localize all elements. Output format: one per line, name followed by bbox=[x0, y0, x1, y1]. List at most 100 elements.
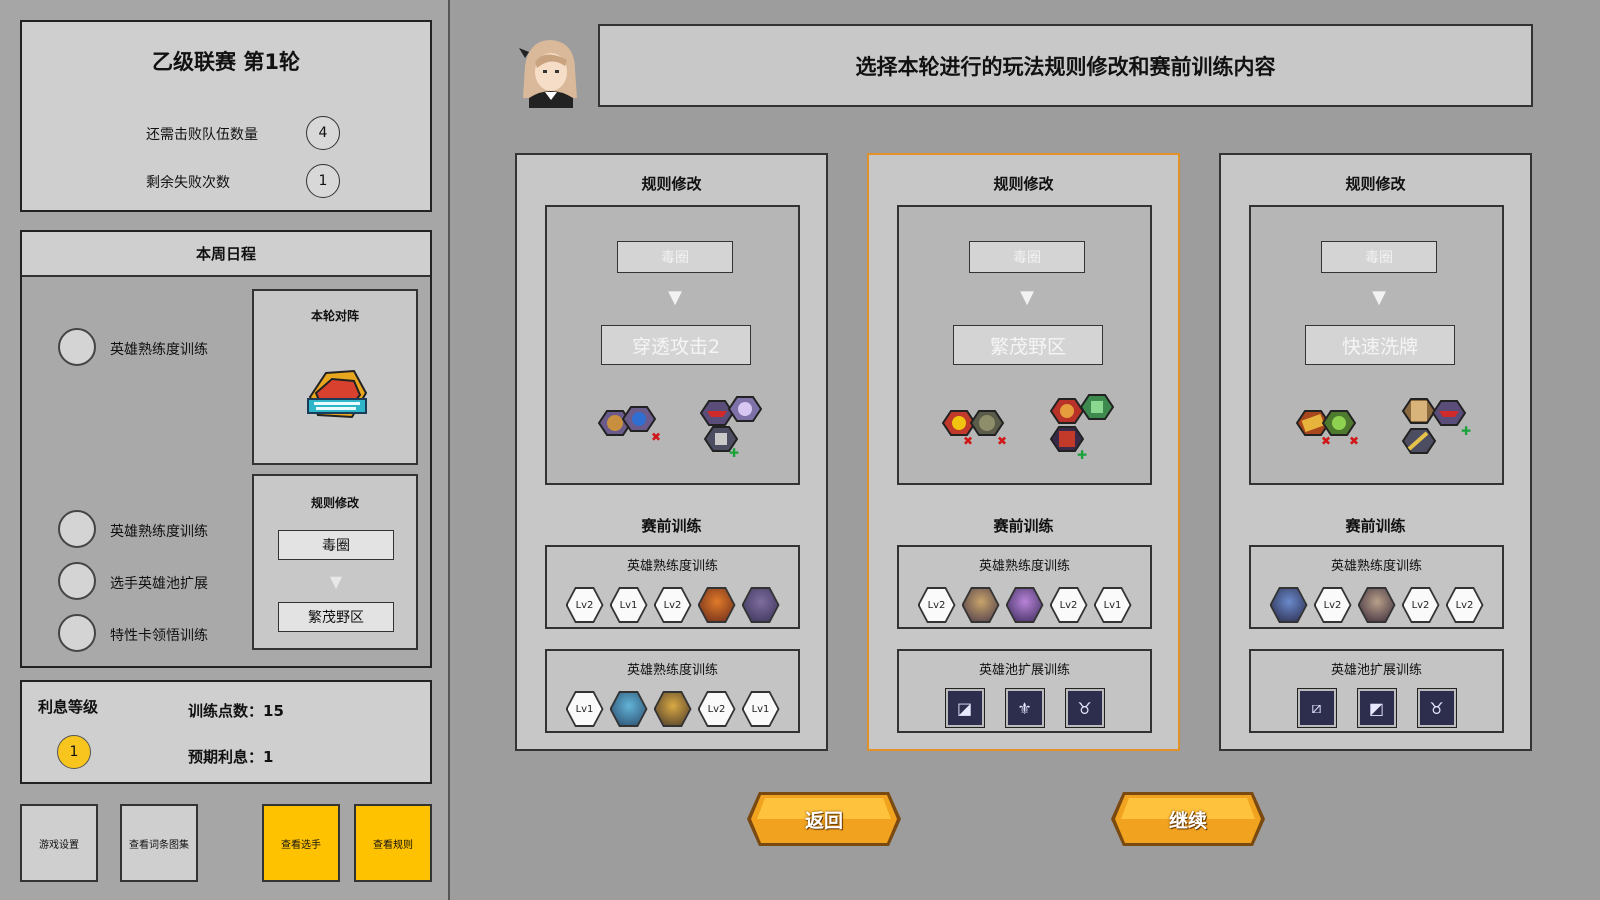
teams-to-defeat-count: 4 bbox=[306, 116, 340, 150]
galaxy-raider-team-logo-icon bbox=[302, 363, 372, 425]
training-points: 训练点数：15 bbox=[188, 702, 284, 720]
schedule-rule-card[interactable]: 规则修改 毒圈 ▼ 繁茂野区 bbox=[252, 474, 418, 650]
schedule-item-marker bbox=[58, 328, 96, 366]
added-items-icon: ✚ bbox=[695, 389, 775, 469]
weekly-schedule-box: 本周日程 英雄熟练度训练 英雄熟练度训练 选手英雄池扩展 特性卡领悟训练 本轮对… bbox=[20, 230, 432, 668]
option-title: 规则修改 bbox=[1345, 175, 1406, 193]
hero-portrait-icon bbox=[741, 587, 780, 623]
badge-row: Lv2 Lv1 Lv2 bbox=[547, 587, 798, 623]
beast-icon: ♉ bbox=[1416, 688, 1457, 728]
beast-icon: ♉ bbox=[1064, 688, 1105, 728]
schedule-item-marker bbox=[58, 510, 96, 548]
training-panel: 英雄池扩展训练 ◪ ⚜ ♉ bbox=[897, 649, 1152, 733]
view-entries-button[interactable]: 查看词条图集 bbox=[120, 804, 198, 882]
option-card-2[interactable]: 规则修改 毒圈 ▼ 繁茂野区 ✖ ✖ ✚ 赛前训练 英雄熟练度训练 Lv2 Lv… bbox=[867, 153, 1180, 751]
stair-icon: ◩ bbox=[1356, 688, 1397, 728]
option-card-3[interactable]: 规则修改 毒圈 ▼ 快速洗牌 ✖ ✖ ✚ 赛前训练 英雄熟练度训练 Lv2 Lv… bbox=[1219, 153, 1532, 751]
rule-change-panel: 毒圈 ▼ 快速洗牌 ✖ ✖ ✚ bbox=[1249, 205, 1504, 485]
option-title: 规则修改 bbox=[993, 175, 1054, 193]
league-title: 乙级联赛 第1轮 bbox=[152, 50, 300, 74]
icon-row: ⧄ ◩ ♉ bbox=[1251, 688, 1502, 728]
schedule-item-label: 英雄熟练度训练 bbox=[110, 342, 208, 358]
svg-text:✖: ✖ bbox=[997, 434, 1007, 448]
rule-from: 毒圈 bbox=[1321, 241, 1437, 273]
rule-to: 繁茂野区 bbox=[953, 325, 1103, 365]
rule-change-panel: 毒圈 ▼ 穿透攻击2 ✖ ✚ bbox=[545, 205, 800, 485]
level-badge: Lv2 bbox=[1401, 587, 1440, 623]
training-name: 英雄池扩展训练 bbox=[1330, 663, 1422, 678]
hero-portrait-icon bbox=[1269, 587, 1308, 623]
hero-portrait-icon bbox=[697, 587, 736, 623]
hero-portrait-icon bbox=[1005, 587, 1044, 623]
arrow-down-icon: ▼ bbox=[668, 287, 682, 308]
svg-text:✖: ✖ bbox=[651, 430, 661, 444]
badge-row: Lv1 Lv2 Lv1 bbox=[547, 691, 798, 727]
level-badge: Lv2 bbox=[1445, 587, 1484, 623]
advisor-avatar bbox=[515, 36, 585, 108]
view-players-button[interactable]: 查看选手 bbox=[262, 804, 340, 882]
training-panel: 英雄熟练度训练 Lv1 Lv2 Lv1 bbox=[545, 649, 800, 733]
training-title: 赛前训练 bbox=[641, 517, 702, 535]
option-card-1[interactable]: 规则修改 毒圈 ▼ 穿透攻击2 ✖ ✚ 赛前训练 英雄熟练度训练 Lv2 Lv1… bbox=[515, 153, 828, 751]
level-badge: Lv2 bbox=[1049, 587, 1088, 623]
level-badge: Lv2 bbox=[697, 691, 736, 727]
training-title: 赛前训练 bbox=[993, 517, 1054, 535]
svg-text:✖: ✖ bbox=[1349, 434, 1359, 448]
league-status-box: 乙级联赛 第1轮 还需击败队伍数量 4 剩余失败次数 1 bbox=[20, 20, 432, 212]
training-name: 英雄熟练度训练 bbox=[626, 559, 718, 574]
svg-text:✚: ✚ bbox=[1461, 424, 1471, 438]
teams-to-defeat-label: 还需击败队伍数量 bbox=[146, 127, 258, 143]
level-badge: Lv1 bbox=[609, 587, 648, 623]
interest-level-label: 利息等级 bbox=[38, 698, 99, 716]
left-panel: 乙级联赛 第1轮 还需击败队伍数量 4 剩余失败次数 1 本周日程 英雄熟练度训… bbox=[0, 0, 450, 900]
training-panel: 英雄熟练度训练 Lv2 Lv1 Lv2 bbox=[545, 545, 800, 629]
removed-items-icon: ✖ ✖ bbox=[1291, 389, 1371, 469]
arrow-down-icon: ▼ bbox=[1020, 287, 1034, 308]
schedule-rule-from: 毒圈 bbox=[278, 530, 394, 560]
removed-items-icon: ✖ ✖ bbox=[939, 389, 1019, 469]
headline: 选择本轮进行的玩法规则修改和赛前训练内容 bbox=[598, 24, 1533, 107]
hero-portrait-icon bbox=[653, 691, 692, 727]
badge-row: Lv2 Lv2 Lv1 bbox=[899, 587, 1150, 623]
level-badge: Lv2 bbox=[653, 587, 692, 623]
level-badge: Lv1 bbox=[565, 691, 604, 727]
schedule-item-marker bbox=[58, 614, 96, 652]
schedule-item-label: 英雄熟练度训练 bbox=[110, 524, 208, 540]
expand-icon: ◪ bbox=[944, 688, 985, 728]
training-name: 英雄熟练度训练 bbox=[978, 559, 1070, 574]
hero-portrait-icon bbox=[609, 691, 648, 727]
rule-to: 快速洗牌 bbox=[1305, 325, 1455, 365]
continue-button-label: 继续 bbox=[1168, 809, 1207, 832]
remaining-losses-count: 1 bbox=[306, 164, 340, 198]
back-button[interactable]: 返回 bbox=[745, 788, 903, 850]
interest-level-badge: 1 bbox=[57, 735, 91, 769]
added-items-icon: ✚ bbox=[1047, 389, 1127, 469]
training-panel: 英雄熟练度训练 Lv2 Lv2 Lv1 bbox=[897, 545, 1152, 629]
svg-text:✚: ✚ bbox=[1077, 448, 1087, 462]
training-name: 英雄熟练度训练 bbox=[626, 663, 718, 678]
matchup-card[interactable]: 本轮对阵 bbox=[252, 289, 418, 465]
view-rules-button[interactable]: 查看规则 bbox=[354, 804, 432, 882]
rule-from: 毒圈 bbox=[969, 241, 1085, 273]
level-badge: Lv2 bbox=[565, 587, 604, 623]
hero-portrait-icon bbox=[961, 587, 1000, 623]
schedule-title: 本周日程 bbox=[22, 232, 430, 277]
continue-button[interactable]: 继续 bbox=[1109, 788, 1267, 850]
added-items-icon: ✚ bbox=[1399, 389, 1479, 469]
back-button-label: 返回 bbox=[804, 809, 843, 832]
fleur-icon: ⚜ bbox=[1004, 688, 1045, 728]
expected-interest: 预期利息：1 bbox=[188, 748, 274, 766]
svg-text:✖: ✖ bbox=[963, 434, 973, 448]
interest-box: 利息等级 1 训练点数：15 预期利息：1 bbox=[20, 680, 432, 784]
level-badge: Lv1 bbox=[1093, 587, 1132, 623]
badge-row: Lv2 Lv2 Lv2 bbox=[1251, 587, 1502, 623]
removed-items-icon: ✖ bbox=[587, 389, 667, 469]
schedule-item-label: 选手英雄池扩展 bbox=[110, 576, 208, 592]
remaining-losses-label: 剩余失败次数 bbox=[146, 175, 230, 191]
game-settings-button[interactable]: 游戏设置 bbox=[20, 804, 98, 882]
training-panel: 英雄池扩展训练 ⧄ ◩ ♉ bbox=[1249, 649, 1504, 733]
schedule-item-label: 特性卡领悟训练 bbox=[110, 628, 208, 644]
rule-to: 穿透攻击2 bbox=[601, 325, 751, 365]
schedule-list[interactable]: 英雄熟练度训练 英雄熟练度训练 选手英雄池扩展 特性卡领悟训练 本轮对阵 规则修… bbox=[22, 277, 430, 666]
level-badge: Lv2 bbox=[1313, 587, 1352, 623]
